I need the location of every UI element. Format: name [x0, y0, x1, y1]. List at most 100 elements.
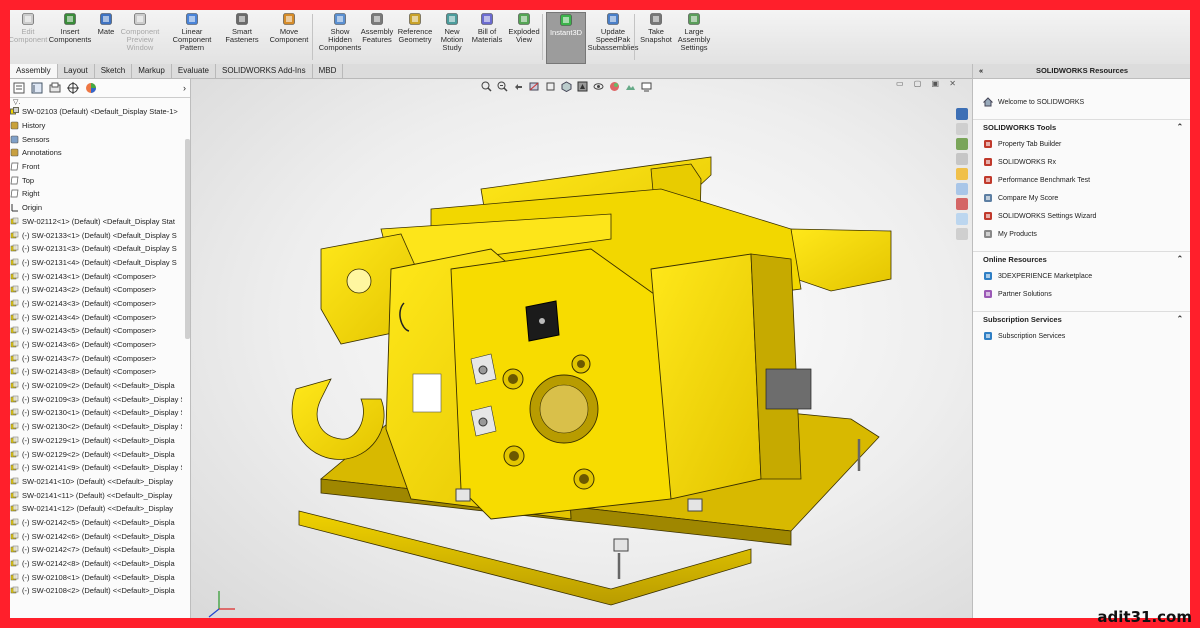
forum-icon[interactable] — [956, 228, 968, 240]
dimxpert-manager-icon[interactable] — [67, 82, 79, 94]
tree-item[interactable]: Right — [10, 187, 182, 201]
bill-of-materials-button[interactable]: Bill of Materials — [470, 12, 504, 62]
tree-item[interactable]: SW-02112<1> (Default) <Default_Display S… — [10, 215, 182, 229]
resource-link[interactable]: Partner Solutions — [973, 285, 1190, 303]
resource-link[interactable]: My Products — [973, 225, 1190, 243]
file-explorer-icon[interactable] — [956, 153, 968, 165]
tree-item[interactable]: History — [10, 119, 182, 133]
reference-geometry-button[interactable]: Reference Geometry — [396, 12, 434, 62]
configuration-manager-icon[interactable] — [49, 82, 61, 94]
part-icon — [10, 217, 19, 225]
tree-item[interactable]: (-) SW-02130<1> (Default) <<Default>_Dis… — [10, 406, 182, 420]
linear-component-pattern-button[interactable]: Linear Component Pattern — [162, 12, 222, 62]
appearances-icon[interactable] — [956, 198, 968, 210]
custom-properties-icon[interactable] — [956, 213, 968, 225]
tree-item-label: (-) SW-02142<7> (Default) <<Default>_Dis… — [22, 545, 175, 555]
resources-section-solidworks-tools[interactable]: SOLIDWORKS Tools ⌃ — [973, 119, 1190, 135]
graphics-viewport[interactable]: ▭ ▢ ▣ ✕ — [191, 79, 972, 618]
tree-item[interactable]: (-) SW-02143<3> (Default) <Composer> — [10, 297, 182, 311]
tab-markup[interactable]: Markup — [132, 64, 172, 78]
chevron-up-icon[interactable]: ⌃ — [1177, 254, 1183, 263]
tab-assembly[interactable]: Assembly — [10, 64, 58, 78]
tree-item[interactable]: (-) SW-02142<6> (Default) <<Default>_Dis… — [10, 529, 182, 543]
assembly-features-button[interactable]: Assembly Features — [360, 12, 394, 62]
resource-link[interactable]: SOLIDWORKS Rx — [973, 153, 1190, 171]
assembly-3d-model[interactable] — [191, 79, 972, 618]
component-preview-window-button[interactable]: Component Preview Window — [120, 12, 160, 62]
tree-item[interactable]: (-) SW-02129<1> (Default) <<Default>_Dis… — [10, 434, 182, 448]
tree-item[interactable]: (-) SW-02109<3> (Default) <<Default>_Dis… — [10, 392, 182, 406]
tab-mbd[interactable]: MBD — [313, 64, 344, 78]
tree-item[interactable]: (-) SW-02109<2> (Default) <<Default>_Dis… — [10, 379, 182, 393]
feature-tree-icon[interactable] — [13, 82, 25, 94]
tree-item[interactable]: Annotations — [10, 146, 182, 160]
resources-section-subscription-services[interactable]: Subscription Services ⌃ — [973, 311, 1190, 327]
tree-item[interactable]: SW-02141<11> (Default) <<Default>_Displa… — [10, 488, 182, 502]
tree-item[interactable]: Sensors — [10, 132, 182, 146]
tab-solidworks-add-ins[interactable]: SOLIDWORKS Add-Ins — [216, 64, 313, 78]
welcome-link[interactable]: Welcome to SOLIDWORKS — [973, 93, 1190, 111]
tree-item[interactable]: (-) SW-02143<8> (Default) <Composer> — [10, 365, 182, 379]
tree-item[interactable]: SW-02141<10> (Default) <<Default>_Displa… — [10, 475, 182, 489]
tab-sketch[interactable]: Sketch — [95, 64, 133, 78]
show-hidden-components-button[interactable]: Show Hidden Components — [318, 12, 362, 62]
display-manager-icon[interactable] — [85, 82, 97, 94]
design-library-icon[interactable] — [956, 138, 968, 150]
tree-item[interactable]: Origin — [10, 201, 182, 215]
collapse-pane-icon[interactable]: « — [979, 64, 983, 78]
tree-item[interactable]: (-) SW-02130<2> (Default) <<Default>_Dis… — [10, 420, 182, 434]
resources-tab-icon[interactable] — [956, 108, 968, 120]
mate-button[interactable]: Mate — [94, 12, 118, 62]
folder-icon[interactable] — [956, 168, 968, 180]
tree-item[interactable]: Front — [10, 160, 182, 174]
tree-item[interactable]: SW-02141<12> (Default) <<Default>_Displa… — [10, 502, 182, 516]
new-motion-study-button[interactable]: New Motion Study — [436, 12, 468, 62]
take-snapshot-button[interactable]: Take Snapshot — [640, 12, 672, 62]
tree-item[interactable]: (-) SW-02133<1> (Default) <Default_Displ… — [10, 228, 182, 242]
view-palette-icon[interactable] — [956, 183, 968, 195]
chevron-up-icon[interactable]: ⌃ — [1177, 122, 1183, 131]
bill-of-materials-icon — [481, 13, 493, 25]
tree-item[interactable]: (-) SW-02131<3> (Default) <Default_Displ… — [10, 242, 182, 256]
instant3d-button[interactable]: Instant3D — [546, 12, 586, 64]
tree-item[interactable]: (-) SW-02108<1> (Default) <<Default>_Dis… — [10, 570, 182, 584]
tree-item[interactable]: (-) SW-02108<2> (Default) <<Default>_Dis… — [10, 584, 182, 598]
move-component-button[interactable]: Move Component — [264, 12, 314, 62]
resource-link[interactable]: SOLIDWORKS Settings Wizard — [973, 207, 1190, 225]
smart-fasteners-button[interactable]: Smart Fasteners — [224, 12, 260, 62]
update-speedpak-subassemblies-button[interactable]: Update SpeedPak Subassemblies — [588, 12, 638, 62]
edit-component-button[interactable]: Edit Component — [10, 12, 47, 62]
tree-item-label: SW-02141<12> (Default) <<Default>_Displa… — [22, 504, 173, 514]
tab-evaluate[interactable]: Evaluate — [172, 64, 217, 78]
command-manager-ribbon: Edit Component Insert Components Mate Compo… — [10, 10, 1190, 65]
property-manager-icon[interactable] — [31, 82, 43, 94]
resource-link[interactable]: Compare My Score — [973, 189, 1190, 207]
tree-expand-arrow-icon[interactable]: › — [183, 83, 186, 93]
resources-section-online-resources[interactable]: Online Resources ⌃ — [973, 251, 1190, 267]
resource-link[interactable]: Subscription Services — [973, 327, 1190, 345]
resource-link[interactable]: Performance Benchmark Test — [973, 171, 1190, 189]
insert-components-button[interactable]: Insert Components — [49, 12, 91, 62]
resource-link[interactable]: Property Tab Builder — [973, 135, 1190, 153]
tree-item[interactable]: (-) SW-02143<2> (Default) <Composer> — [10, 283, 182, 297]
tree-item[interactable]: Top — [10, 173, 182, 187]
tree-root[interactable]: SW-02103 (Default) <Default_Display Stat… — [10, 105, 182, 119]
tree-scrollbar[interactable] — [185, 139, 190, 339]
tree-item[interactable]: (-) SW-02143<1> (Default) <Composer> — [10, 269, 182, 283]
tree-item[interactable]: (-) SW-02143<4> (Default) <Composer> — [10, 310, 182, 324]
tree-item[interactable]: (-) SW-02141<9> (Default) <<Default>_Dis… — [10, 461, 182, 475]
tree-item[interactable]: (-) SW-02131<4> (Default) <Default_Displ… — [10, 256, 182, 270]
exploded-view-button[interactable]: Exploded View — [506, 12, 542, 62]
tree-item[interactable]: (-) SW-02143<5> (Default) <Composer> — [10, 324, 182, 338]
large-assembly-settings-button[interactable]: Large Assembly Settings — [674, 12, 714, 62]
tree-item[interactable]: (-) SW-02143<6> (Default) <Composer> — [10, 338, 182, 352]
tree-item[interactable]: (-) SW-02143<7> (Default) <Composer> — [10, 351, 182, 365]
tab-layout[interactable]: Layout — [58, 64, 95, 78]
tree-item[interactable]: (-) SW-02142<7> (Default) <<Default>_Dis… — [10, 543, 182, 557]
home-icon[interactable] — [956, 123, 968, 135]
tree-item[interactable]: (-) SW-02142<8> (Default) <<Default>_Dis… — [10, 557, 182, 571]
tree-item[interactable]: (-) SW-02142<5> (Default) <<Default>_Dis… — [10, 516, 182, 530]
chevron-up-icon[interactable]: ⌃ — [1177, 314, 1183, 323]
tree-item[interactable]: (-) SW-02129<2> (Default) <<Default>_Dis… — [10, 447, 182, 461]
resource-link[interactable]: 3DEXPERIENCE Marketplace — [973, 267, 1190, 285]
